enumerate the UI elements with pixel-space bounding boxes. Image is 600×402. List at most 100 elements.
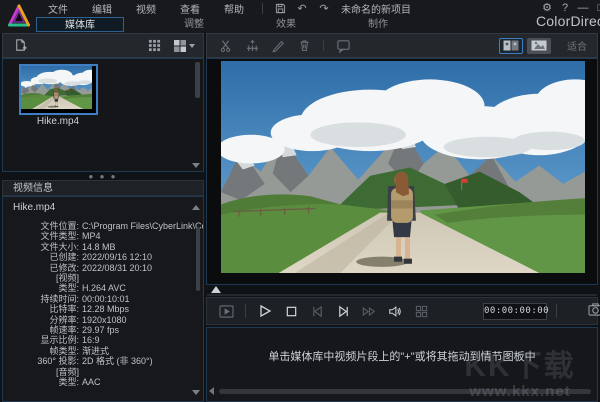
info-value: 2022/08/31 20:10 — [82, 263, 152, 273]
info-value: AAC — [82, 377, 101, 387]
info-row: 类型: H.264 AVC — [3, 283, 193, 293]
menu-divider — [262, 3, 263, 14]
info-row: 持续时间: 00:00:10:01 — [3, 294, 193, 304]
info-row: 比特率: 12.28 Mbps — [3, 304, 193, 314]
help-icon[interactable]: ? — [556, 2, 574, 14]
single-view-button[interactable] — [527, 38, 551, 54]
tab-media-library[interactable]: 媒体库 — [36, 17, 124, 32]
tab-adjust[interactable]: 调整 — [164, 17, 224, 32]
seek-bar[interactable] — [206, 285, 598, 297]
draw-mask-icon[interactable] — [267, 37, 289, 55]
module-tabs: 媒体库 调整 效果 制作 — [36, 17, 600, 33]
maximize-icon[interactable]: □ — [592, 2, 600, 14]
import-media-icon[interactable] — [9, 37, 31, 55]
panel-splitter-handle[interactable]: ● ● ● — [2, 172, 204, 180]
minimize-icon[interactable]: — — [574, 2, 592, 14]
compare-view-button[interactable] — [499, 38, 523, 54]
video-info-header: 视频信息 — [2, 180, 204, 196]
menu-item[interactable]: 编辑 — [80, 1, 124, 16]
controls-divider — [245, 304, 246, 318]
info-label: 文件大小: — [3, 242, 79, 252]
info-value: 渐进式 — [82, 346, 109, 356]
split-clip-icon[interactable] — [215, 37, 237, 55]
project-title: 未命名的新项目 — [341, 1, 411, 16]
storyboard-scrollbar[interactable] — [219, 389, 591, 394]
info-row: 类型: AAC — [3, 377, 193, 387]
info-label: 已修改: — [3, 263, 79, 273]
info-value: 29.97 fps — [82, 325, 119, 335]
library-toolbar — [2, 33, 204, 58]
fast-forward-button[interactable] — [358, 302, 380, 320]
play-button[interactable] — [254, 302, 276, 320]
timecode-display: 00:00:00:00 — [483, 303, 547, 320]
storyboard-hint: 单击媒体库中视频片段上的"+"或将其拖动到情节图板中 — [207, 348, 597, 364]
previous-frame-button[interactable] — [306, 302, 328, 320]
info-label: 类型: — [3, 377, 79, 387]
info-label: [音频] — [3, 367, 79, 377]
info-scroll-up-icon[interactable] — [192, 205, 200, 210]
info-value: MP4 — [82, 231, 101, 241]
info-value: 2022/09/16 12:10 — [82, 252, 152, 262]
storyboard-scroll-left-icon[interactable] — [209, 387, 214, 395]
media-grid: Hike.mp4 — [2, 58, 204, 172]
info-row: 360° 投影: 2D 格式 (非 360°) — [3, 356, 193, 366]
loop-grid-icon[interactable] — [410, 302, 432, 320]
pip-object-icon[interactable] — [332, 37, 354, 55]
info-value: 1920x1080 — [82, 315, 127, 325]
menu-item[interactable]: 查看 — [168, 1, 212, 16]
controls-right-divider — [556, 304, 557, 318]
media-clip-name: Hike.mp4 — [13, 116, 103, 127]
stop-button[interactable] — [280, 302, 302, 320]
next-frame-button[interactable] — [332, 302, 354, 320]
menu-item[interactable]: 视频 — [124, 1, 168, 16]
save-icon[interactable] — [272, 2, 288, 16]
info-label: 文件类型: — [3, 231, 79, 241]
delete-icon[interactable] — [293, 37, 315, 55]
info-row: 文件类型: MP4 — [3, 231, 193, 241]
info-value: 14.8 MB — [82, 242, 116, 252]
info-row: 已创建: 2022/09/16 12:10 — [3, 252, 193, 262]
info-row: 分辨率: 1920x1080 — [3, 315, 193, 325]
toolbar-divider — [323, 40, 324, 51]
thumbnail-view-dropdown-icon[interactable] — [169, 37, 199, 55]
playhead-marker[interactable] — [211, 286, 221, 293]
colordirector-logo-icon — [6, 3, 32, 30]
info-label: 比特率: — [3, 304, 79, 314]
video-viewer — [206, 58, 598, 285]
info-row: [视频] — [3, 273, 193, 283]
undo-icon[interactable]: ↶ — [294, 2, 310, 16]
seek-track[interactable] — [207, 294, 597, 296]
media-scroll-down-icon[interactable] — [192, 163, 200, 168]
menu-item[interactable]: 帮助 — [212, 1, 256, 16]
info-value: H.264 AVC — [82, 283, 126, 293]
media-scrollbar[interactable] — [195, 62, 200, 162]
colordirector-wordmark: ColorDirector — [536, 13, 600, 29]
tab-effects[interactable]: 效果 — [256, 17, 316, 32]
media-clip-thumbnail[interactable] — [19, 64, 98, 115]
info-label: 360° 投影: — [3, 356, 79, 366]
info-clip-name: Hike.mp4 — [13, 202, 55, 213]
menu-bar: 文件编辑视频查看帮助 ↶ ↷ 未命名的新项目 — [36, 0, 411, 17]
info-row: 显示比例: 16:9 — [3, 335, 193, 345]
preview-window-icon[interactable] — [215, 302, 237, 320]
info-label: 类型: — [3, 283, 79, 293]
info-row: 帧速率: 29.97 fps — [3, 325, 193, 335]
info-scrollbar[interactable] — [196, 215, 200, 365]
storyboard-panel[interactable]: 单击媒体库中视频片段上的"+"或将其拖动到情节图板中 — [206, 327, 598, 402]
info-label: 文件位置: — [3, 221, 79, 231]
info-row: 已修改: 2022/08/31 20:10 — [3, 263, 193, 273]
zoom-fit-select[interactable]: 适合 — [567, 38, 587, 53]
snapshot-icon[interactable] — [588, 303, 600, 316]
video-frame[interactable] — [221, 61, 585, 273]
info-row: 文件位置: C:\Program Files\CyberLink\Color..… — [3, 221, 193, 231]
info-scroll-down-icon[interactable] — [192, 390, 200, 395]
redo-icon[interactable]: ↷ — [316, 2, 332, 16]
detail-view-icon[interactable] — [143, 37, 165, 55]
media-library-panel: Hike.mp4 ● ● ● 视频信息 Hike.mp4 文件位置: C:\Pr… — [2, 33, 204, 402]
menu-item[interactable]: 文件 — [36, 1, 80, 16]
info-label: 帧速率: — [3, 325, 79, 335]
info-label: [视频] — [3, 273, 79, 283]
keyframe-icon[interactable] — [241, 37, 263, 55]
tab-produce[interactable]: 制作 — [348, 17, 408, 32]
volume-button[interactable] — [384, 302, 406, 320]
